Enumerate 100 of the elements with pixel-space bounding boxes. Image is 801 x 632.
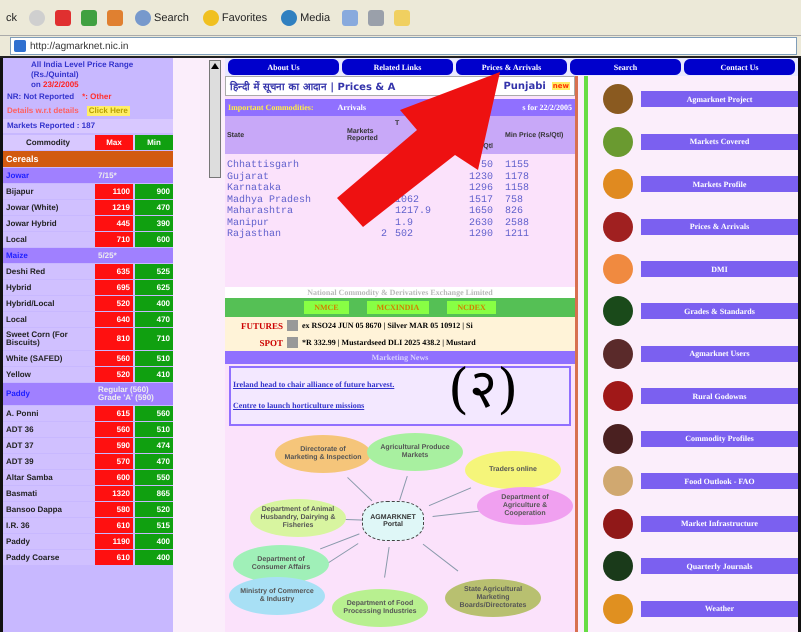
commodity-name: Sweet Corn (For Biscuits)	[5, 329, 69, 349]
commodity-name: Paddy	[5, 536, 32, 548]
menu-button[interactable]: Agmarknet Project	[641, 91, 798, 108]
max-price-cell-text: 2630	[468, 218, 493, 229]
menu-button[interactable]: Rural Godowns	[641, 388, 798, 404]
min-price: 474	[135, 438, 173, 453]
max-price: 695	[95, 280, 133, 295]
group-name: Maize	[5, 250, 29, 262]
commodity-name: ADT 37	[5, 440, 35, 452]
min-price-cell-text: 1178	[504, 172, 530, 183]
menu-button[interactable]: Food Outlook - FAO	[641, 473, 798, 490]
min-price: 625	[135, 280, 173, 295]
ticker-text: ex RSO24 JUN 05 8670 | Silver MAR 05 10912 | Si	[302, 321, 473, 330]
menu-button[interactable]: Market Infrastructure	[641, 516, 798, 532]
scrollbar[interactable]	[209, 60, 221, 178]
max-price-cell-text: 1650	[468, 206, 493, 218]
menu-button[interactable]: Grades & Standards	[641, 303, 798, 320]
max-price: 1219	[95, 200, 133, 215]
max-price: 445	[95, 216, 133, 231]
menu-button[interactable]: DMI	[641, 261, 798, 278]
menu-button[interactable]: Markets Covered	[641, 134, 798, 150]
language-links[interactable]: हिन्दी में सूचना का आदान | Prices & A	[230, 79, 396, 93]
max-price: 520	[95, 296, 133, 311]
nav-tab[interactable]: Related Links	[342, 59, 453, 75]
group-note: Regular (560) Grade 'A' (590)	[97, 384, 155, 404]
state-cell-text: Gujarat	[227, 172, 270, 182]
address-field[interactable]: http://agmarknet.nic.in	[10, 37, 797, 55]
commodity-name: Paddy Coarse	[5, 552, 60, 564]
legend-text: *: Other	[82, 92, 112, 102]
min-price-cell-text: 758	[504, 194, 524, 206]
toolbar-button[interactable]: Search	[133, 10, 191, 26]
news-link[interactable]: Ireland head to chair alliance of future harvest.	[233, 380, 394, 389]
min-price-cell-text: 1211	[504, 229, 530, 240]
column-header: Min	[135, 135, 173, 150]
column-header: Max	[95, 135, 133, 150]
min-price: 515	[135, 518, 173, 533]
max-price: 640	[95, 312, 133, 327]
nav-tab[interactable]: Contact Us	[684, 59, 795, 75]
language-link[interactable]: Punjabi	[503, 80, 546, 92]
min-price: 600	[135, 232, 173, 247]
toolbar-button[interactable]: Favorites	[200, 10, 270, 26]
exchange-title: National Commodity & Derivatives Exchange Limited	[225, 287, 575, 298]
toolbar-button[interactable]: Media	[279, 10, 332, 26]
group-note: 5/25*	[97, 250, 118, 262]
markets-reported: Markets Reported : 187	[7, 121, 96, 131]
menu-button[interactable]: Markets Profile	[641, 176, 798, 192]
menu-button[interactable]: Quarterly Journals	[641, 558, 798, 574]
commodity-name: Local	[5, 234, 28, 246]
group-name: Jowar	[5, 170, 30, 182]
menu-button[interactable]: Commodity Profiles	[641, 430, 798, 447]
commodity-name: Deshi Red	[5, 266, 46, 278]
scroll-up-icon[interactable]	[211, 63, 219, 69]
details-text: Details w.r.t details	[7, 106, 79, 116]
commodity-name: Bijapur	[5, 186, 35, 198]
nav-tab[interactable]: About Us	[228, 59, 339, 75]
min-price: 470	[135, 200, 173, 215]
group-note: 7/15*	[97, 170, 118, 182]
max-price: 610	[95, 518, 133, 533]
arrivals-cell-text: 502	[394, 229, 414, 240]
min-price: 470	[135, 454, 173, 469]
news-link[interactable]: Centre to launch horticulture missions	[233, 401, 364, 410]
nav-tab[interactable]: Prices & Arrivals	[456, 59, 567, 75]
commodity-name: Basmati	[5, 488, 38, 500]
state-cell-text: Rajasthan	[227, 229, 282, 240]
max-price-cell-text: 1296	[468, 183, 493, 194]
state-cell-text: Karnataka	[227, 183, 282, 194]
commodity-name: Bansoo Dappa	[5, 504, 64, 516]
group-name: Paddy	[5, 388, 32, 400]
ticker-text: *R 332.99 | Mustardseed DLI 2025 438.2 | Mustard	[302, 338, 476, 347]
max-price-cell-text: 50	[480, 160, 493, 172]
commodity-name: Hybrid	[5, 282, 32, 294]
commodity-name: A. Ponni	[5, 408, 40, 420]
column-header: Commodity	[25, 136, 71, 149]
max-price: 560	[95, 422, 133, 437]
commodity-name: Yellow	[5, 368, 32, 380]
commodity-name: White (SAFED)	[5, 352, 64, 365]
reported-cell-text: 2	[380, 229, 387, 240]
min-price: 525	[135, 264, 173, 279]
connector-line	[428, 487, 472, 506]
state-cell-text: Madhya Pradesh	[227, 194, 312, 206]
max-price-cell-text: 1517	[468, 194, 493, 206]
min-price: 865	[135, 486, 173, 501]
max-price-cell-text: 1230	[468, 172, 493, 183]
price-date: 23/2/2005	[43, 80, 79, 89]
section-date: s for 22/2/2005	[522, 103, 572, 112]
min-price: 710	[135, 328, 173, 350]
commodity-name: I.R. 36	[5, 520, 31, 532]
menu-button[interactable]: Weather	[641, 600, 798, 617]
commodity-name: Local	[5, 314, 28, 326]
nav-tab[interactable]: Search	[570, 59, 681, 75]
back-button[interactable]: ck	[4, 12, 19, 24]
commodity-name: ADT 39	[5, 456, 35, 468]
max-price: 580	[95, 502, 133, 517]
state-cell-text: Manipur	[227, 218, 270, 228]
max-price: 520	[95, 367, 133, 382]
panel-title: All India Level Price Range (Rs./Quintal)	[31, 60, 134, 80]
menu-button[interactable]: Prices & Arrivals	[641, 218, 798, 235]
menu-button[interactable]: Agmarknet Users	[641, 346, 798, 362]
commodity-name: Jowar (White)	[5, 202, 60, 214]
min-price: 900	[135, 184, 173, 199]
